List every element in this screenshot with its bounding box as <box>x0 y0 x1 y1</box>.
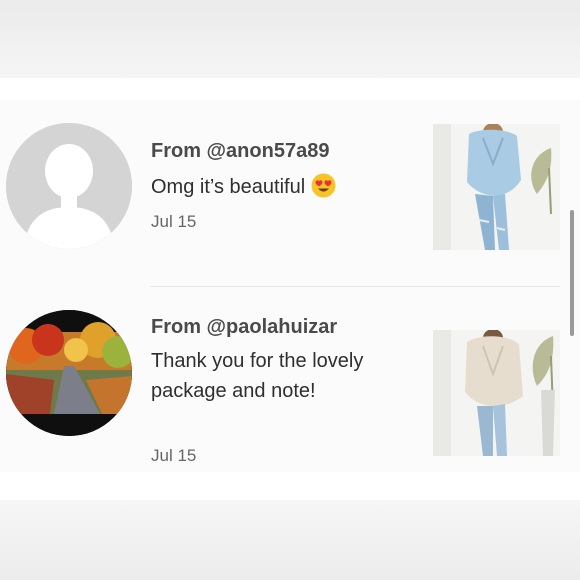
autumn-road-photo <box>6 310 132 436</box>
user-avatar[interactable] <box>6 310 132 436</box>
review-message-text: Omg it’s beautiful <box>151 176 306 198</box>
default-avatar[interactable] <box>6 123 132 249</box>
person-silhouette-icon <box>6 123 132 249</box>
review-author[interactable]: From @paolahuizar <box>151 316 337 339</box>
product-thumbnail[interactable] <box>433 330 560 456</box>
product-thumbnail[interactable] <box>433 124 560 250</box>
review-item[interactable]: From @anon57a89 Omg it’s beautiful Jul 1… <box>0 100 580 286</box>
review-date: Jul 15 <box>151 212 197 231</box>
review-author[interactable]: From @anon57a89 <box>151 140 329 163</box>
reviews-list[interactable]: From @anon57a89 Omg it’s beautiful Jul 1… <box>0 100 580 472</box>
light-blue-top-photo <box>433 124 560 250</box>
cream-top-photo <box>433 330 560 456</box>
top-background-band <box>0 0 580 78</box>
review-message: Thank you for the lovely package and not… <box>151 350 364 402</box>
scrollbar[interactable] <box>570 210 574 336</box>
review-message: Omg it’s beautiful <box>151 172 391 202</box>
bottom-background-band <box>0 500 580 580</box>
review-date: Jul 15 <box>151 446 197 465</box>
review-item[interactable]: From @paolahuizar Thank you for the love… <box>0 286 580 472</box>
heart-eyes-emoji-icon <box>311 173 336 198</box>
